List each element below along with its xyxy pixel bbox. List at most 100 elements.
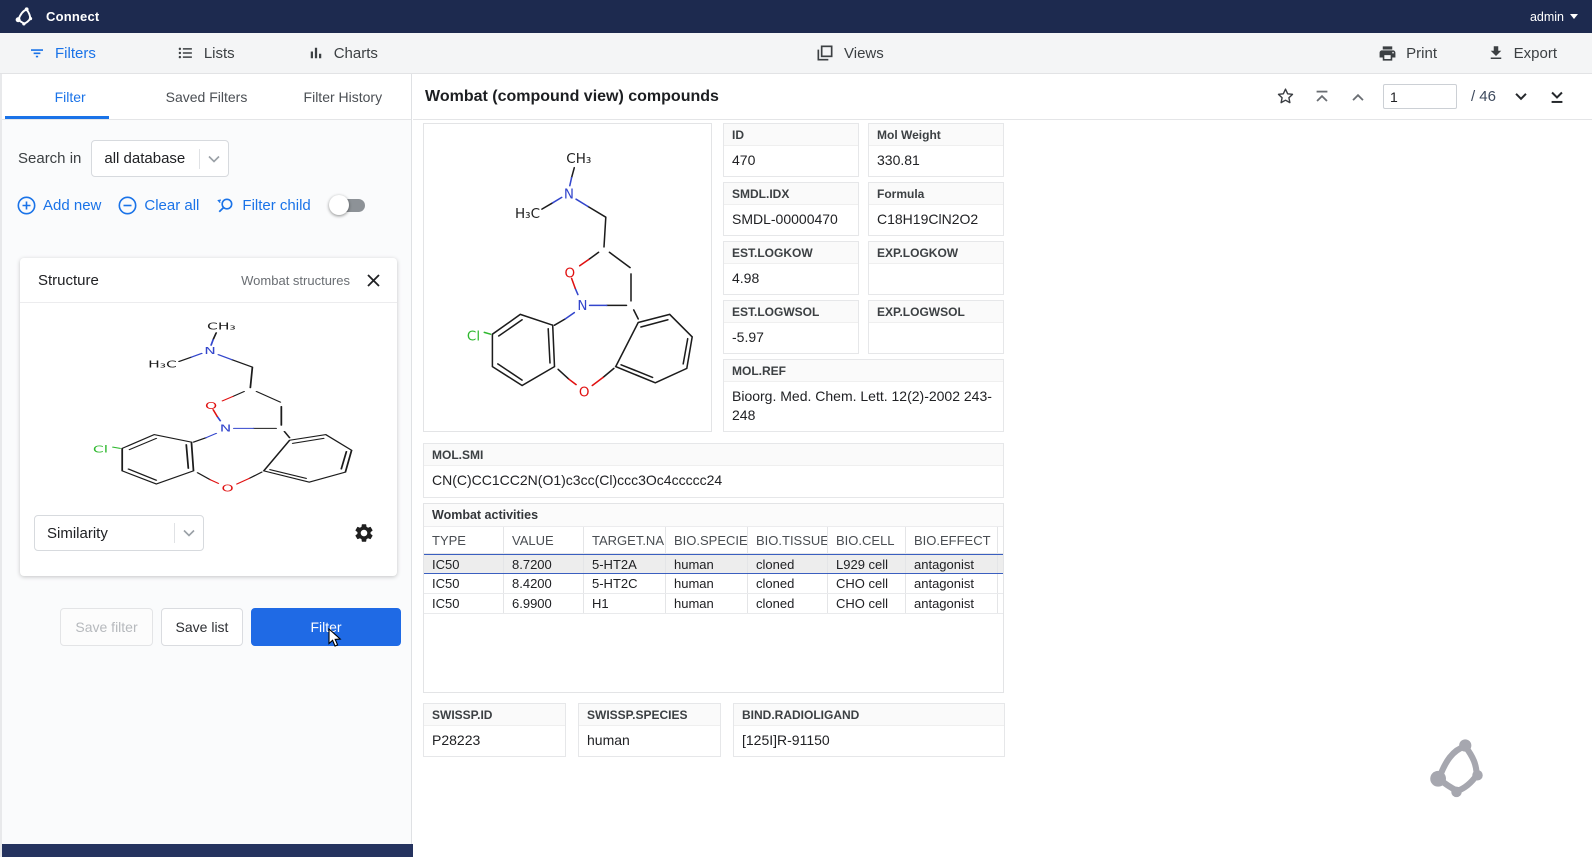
col-bio-effect[interactable]: BIO.EFFECT xyxy=(906,527,998,553)
charts-button[interactable]: Charts xyxy=(297,44,388,62)
last-record-button[interactable] xyxy=(1546,86,1568,108)
col-type[interactable]: TYPE xyxy=(424,527,504,553)
filter-child-label: Filter child xyxy=(242,197,310,214)
views-button[interactable]: Views xyxy=(805,43,894,63)
field-swissp-id: SWISSP.ID P28223 xyxy=(423,703,566,757)
database-select[interactable]: all database xyxy=(91,140,229,177)
field-swissp-species: SWISSP.SPECIES human xyxy=(578,703,721,757)
field-mol-ref: MOL.REF Bioorg. Med. Chem. Lett. 12(2)-2… xyxy=(723,359,1004,432)
print-label: Print xyxy=(1406,45,1437,62)
favorite-star-button[interactable] xyxy=(1275,86,1297,108)
field-exp-logwsol: EXP.LOGWSOL xyxy=(868,300,1004,354)
chevron-up-icon xyxy=(1349,88,1367,106)
col-value[interactable]: VALUE xyxy=(504,527,584,553)
export-button[interactable]: Export xyxy=(1477,44,1567,62)
lists-button[interactable]: Lists xyxy=(166,44,245,62)
record-number-input[interactable] xyxy=(1383,84,1457,109)
filters-button[interactable]: Filters xyxy=(18,44,106,62)
bottom-fields: SWISSP.ID P28223 SWISSP.SPECIES human BI… xyxy=(423,703,1005,757)
record-header: Wombat (compound view) compounds / 46 xyxy=(413,74,1592,120)
compound-structure-image xyxy=(423,123,712,432)
activities-title: Wombat activities xyxy=(424,504,1003,527)
field-mol-weight: Mol Weight 330.81 xyxy=(868,123,1004,177)
property-fields: ID 470 Mol Weight 330.81 SMDL.IDX SMDL-0… xyxy=(723,123,1004,432)
filter-button[interactable]: Filter xyxy=(251,608,401,646)
minus-circle-icon xyxy=(118,196,137,215)
record-pager: / 46 xyxy=(1275,84,1568,109)
export-label: Export xyxy=(1514,45,1557,62)
user-menu[interactable]: admin xyxy=(1530,10,1578,24)
app-title: Connect xyxy=(46,9,99,24)
compound-detail: ID 470 Mol Weight 330.81 SMDL.IDX SMDL-0… xyxy=(413,120,1592,857)
activity-row-1[interactable]: IC50 8.7200 5-HT2A human cloned L929 cel… xyxy=(424,554,1003,574)
active-tab-indicator xyxy=(5,116,109,119)
filter-sidebar: Filter Saved Filters Filter History Sear… xyxy=(0,74,412,857)
list-icon xyxy=(176,44,195,62)
main-panel: Wombat (compound view) compounds / 46 xyxy=(413,74,1592,857)
clear-all-label: Clear all xyxy=(144,197,199,214)
col-bio-cell[interactable]: BIO.CELL xyxy=(828,527,906,553)
toolbar: Filters Lists Charts Views Print Export xyxy=(0,33,1592,74)
add-new-button[interactable]: Add new xyxy=(12,196,106,215)
top-app-bar: Connect admin xyxy=(0,0,1592,33)
last-page-icon xyxy=(1548,88,1566,106)
next-record-button[interactable] xyxy=(1510,86,1532,108)
record-total-label: / 46 xyxy=(1471,88,1496,105)
print-button[interactable]: Print xyxy=(1368,44,1447,63)
caret-down-icon xyxy=(1570,14,1578,19)
activities-table: Wombat activities TYPE VALUE TARGET.NA B… xyxy=(423,503,1004,693)
structure-filter-card: Structure Wombat structures Similarity xyxy=(20,258,397,576)
col-target-name[interactable]: TARGET.NA xyxy=(584,527,666,553)
print-icon xyxy=(1378,44,1397,63)
search-in-label: Search in xyxy=(18,150,81,167)
tab-filter[interactable]: Filter xyxy=(2,74,138,119)
field-id: ID 470 xyxy=(723,123,859,177)
col-bio-species[interactable]: BIO.SPECIE xyxy=(666,527,748,553)
structure-card-title: Structure xyxy=(38,272,241,289)
field-est-logwsol: EST.LOGWSOL -5.97 xyxy=(723,300,859,354)
filters-label: Filters xyxy=(55,45,96,62)
activities-header-row: TYPE VALUE TARGET.NA BIO.SPECIE BIO.TISS… xyxy=(424,527,1003,554)
save-filter-button[interactable]: Save filter xyxy=(60,608,153,646)
bottom-strip xyxy=(2,844,414,857)
filter-icon xyxy=(28,44,46,62)
views-label: Views xyxy=(844,45,884,62)
activity-row-2[interactable]: IC50 8.4200 5-HT2C human cloned CHO cell… xyxy=(424,574,1003,594)
sidebar-tabs: Filter Saved Filters Filter History xyxy=(2,74,411,120)
activity-row-3[interactable]: IC50 6.9900 H1 human cloned CHO cell ant… xyxy=(424,594,1003,614)
field-mol-smi: MOL.SMI CN(C)CC1CC2N(O1)c3cc(Cl)ccc3Oc4c… xyxy=(423,443,1004,498)
chevron-down-icon xyxy=(1512,88,1530,106)
download-icon xyxy=(1487,44,1505,62)
bar-chart-icon xyxy=(307,44,325,62)
first-page-icon xyxy=(1313,88,1331,106)
gear-icon[interactable] xyxy=(353,522,375,544)
save-list-button[interactable]: Save list xyxy=(161,608,243,646)
similarity-select[interactable]: Similarity xyxy=(34,515,204,551)
views-icon xyxy=(815,43,835,63)
database-select-value: all database xyxy=(104,150,185,167)
tab-saved-filters[interactable]: Saved Filters xyxy=(138,74,274,119)
col-bio-tissue[interactable]: BIO.TISSUES xyxy=(748,527,828,553)
previous-record-button[interactable] xyxy=(1347,86,1369,108)
field-exp-logkow: EXP.LOGKOW xyxy=(868,241,1004,295)
chemaxon-watermark-icon xyxy=(1425,735,1495,805)
add-new-label: Add new xyxy=(43,197,101,214)
search-child-icon xyxy=(216,196,235,215)
field-est-logkow: EST.LOGKOW 4.98 xyxy=(723,241,859,295)
chevron-down-icon xyxy=(183,529,195,537)
user-name: admin xyxy=(1530,10,1564,24)
structure-editor-canvas[interactable] xyxy=(20,303,397,515)
filter-child-button[interactable]: Filter child xyxy=(211,196,315,215)
charts-label: Charts xyxy=(334,45,378,62)
first-record-button[interactable] xyxy=(1311,86,1333,108)
chemaxon-logo-icon xyxy=(14,6,36,28)
clear-all-button[interactable]: Clear all xyxy=(113,196,204,215)
tab-filter-history[interactable]: Filter History xyxy=(275,74,411,119)
similarity-select-value: Similarity xyxy=(47,525,160,542)
close-icon[interactable] xyxy=(366,273,381,288)
page-title: Wombat (compound view) compounds xyxy=(425,88,1275,106)
lists-label: Lists xyxy=(204,45,235,62)
filter-child-toggle[interactable] xyxy=(329,195,365,215)
field-bind-radioligand: BIND.RADIOLIGAND [125I]R-91150 xyxy=(733,703,1005,757)
chevron-down-icon xyxy=(208,155,220,163)
